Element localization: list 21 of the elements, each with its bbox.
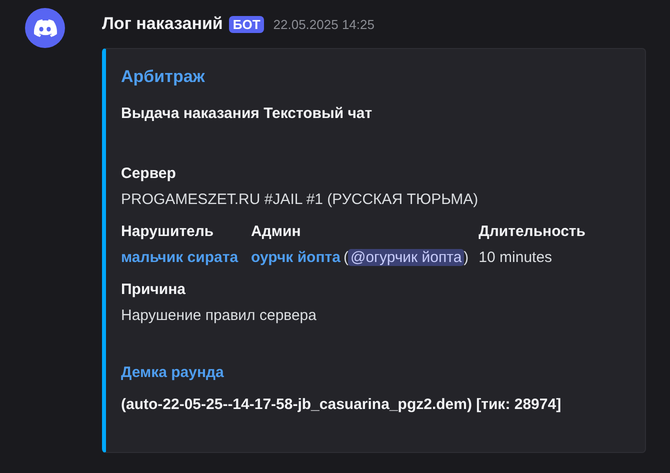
user-link[interactable]: мальчик сирата <box>121 249 238 266</box>
timestamp: 22.05.2025 14:25 <box>273 16 374 32</box>
field-value: Нарушение правил сервера <box>121 307 316 324</box>
field-label: Причина <box>121 281 186 298</box>
bot-badge: БОТ <box>228 16 264 32</box>
embed-link[interactable]: Демка раунда <box>121 364 224 381</box>
field-value: 10 minutes <box>478 249 552 266</box>
field-label: Админ <box>251 223 301 240</box>
field-value: ) <box>464 249 469 266</box>
user-link[interactable]: оурчк йопта <box>251 249 340 266</box>
embed-description: Выдача наказания Текстовый чат <box>121 105 372 122</box>
embed-title: Арбитраж <box>121 67 205 87</box>
demo-file-text: (auto-22-05-25--14-17-58-jb_casuarina_pgz2.dem) [тик: 28974] <box>121 396 562 413</box>
field-value: ( <box>343 249 348 266</box>
user-mention[interactable]: @огурчик йопта <box>348 249 464 266</box>
discord-logo-icon <box>25 8 65 48</box>
field-label: Сервер <box>121 165 176 182</box>
field-label: Нарушитель <box>121 223 214 240</box>
author-name[interactable]: Лог наказаний <box>102 14 223 34</box>
field-value: PROGAMESZET.RU #JAIL #1 (РУССКАЯ ТЮРЬМА) <box>121 191 478 208</box>
field-label: Длительность <box>478 223 586 240</box>
